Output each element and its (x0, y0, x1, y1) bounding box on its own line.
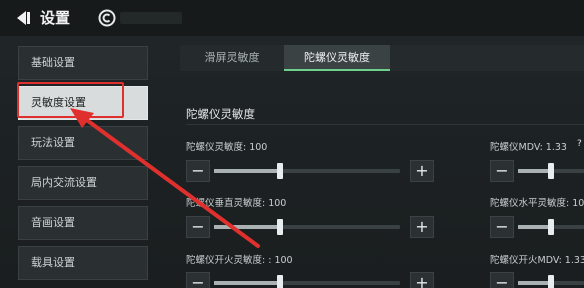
gyro-fire-minus-button[interactable]: − (186, 272, 210, 288)
back-arrow-icon[interactable] (12, 8, 34, 28)
help-icon[interactable]: ? (577, 139, 582, 149)
circle-c-icon[interactable] (98, 9, 116, 27)
sidebar-item-basic[interactable]: 基础设置 (18, 46, 148, 80)
page-title: 设置 (40, 9, 71, 27)
gyro-sensitivity-slider[interactable] (214, 163, 400, 179)
slider-fill (214, 225, 280, 229)
header-status-bar (120, 12, 182, 24)
gyro-vertical-slider[interactable] (214, 219, 400, 235)
gyro-sensitivity-label: 陀螺仪灵敏度: 100 (186, 142, 268, 153)
annotation-highlight-box (17, 82, 124, 118)
slider-thumb[interactable] (548, 275, 554, 288)
slider-thumb[interactable] (277, 275, 283, 288)
gyro-horizontal-minus-button[interactable]: − (490, 216, 514, 238)
tab-gyro-sensitivity[interactable]: 陀螺仪灵敏度 (284, 45, 390, 71)
gyro-mdv-slider[interactable] (518, 163, 584, 179)
section-title: 陀螺仪灵敏度 (186, 107, 255, 121)
section-divider (186, 124, 584, 125)
gyro-horizontal-slider[interactable] (518, 219, 584, 235)
gyro-sensitivity-plus-button[interactable]: + (410, 160, 434, 182)
gyro-vertical-minus-button[interactable]: − (186, 216, 210, 238)
gyro-vertical-plus-button[interactable]: + (410, 216, 434, 238)
gyro-fire-mdv-slider[interactable] (518, 275, 584, 288)
gyro-fire-plus-button[interactable]: + (410, 272, 434, 288)
gyro-mdv-label: 陀螺仪MDV: 1.33 (490, 142, 567, 153)
slider-fill (214, 281, 280, 285)
gyro-mdv-minus-button[interactable]: − (490, 160, 514, 182)
slider-thumb[interactable] (548, 163, 554, 179)
slider-thumb[interactable] (277, 163, 283, 179)
sidebar-item-chat[interactable]: 局内交流设置 (18, 166, 148, 200)
sidebar-item-gameplay[interactable]: 玩法设置 (18, 126, 148, 160)
gyro-fire-mdv-minus-button[interactable]: − (490, 272, 514, 288)
slider-thumb[interactable] (277, 219, 283, 235)
gyro-vertical-label: 陀螺仪垂直灵敏度: 100 (186, 198, 287, 209)
gyro-sensitivity-minus-button[interactable]: − (186, 160, 210, 182)
gyro-horizontal-label: 陀螺仪水平灵敏度: 100 (490, 198, 584, 209)
slider-fill (518, 169, 550, 173)
slider-fill (518, 281, 550, 285)
slider-fill (518, 225, 550, 229)
gyro-fire-mdv-label: 陀螺仪开火MDV: 1.33 (490, 255, 584, 266)
tab-swipe-sensitivity[interactable]: 滑屏灵敏度 (180, 45, 284, 71)
settings-screen: 设置 基础设置 灵敏度设置 玩法设置 局内交流设置 音画设置 载具设置 滑屏灵敏… (0, 0, 584, 288)
slider-thumb[interactable] (548, 219, 554, 235)
gyro-fire-label: 陀螺仪开火灵敏度: : 100 (186, 255, 293, 266)
gyro-fire-slider[interactable] (214, 275, 400, 288)
sidebar-item-audio-video[interactable]: 音画设置 (18, 206, 148, 240)
header-bar: 设置 (0, 0, 584, 36)
slider-fill (214, 169, 280, 173)
sidebar-item-vehicle[interactable]: 载具设置 (18, 246, 148, 280)
